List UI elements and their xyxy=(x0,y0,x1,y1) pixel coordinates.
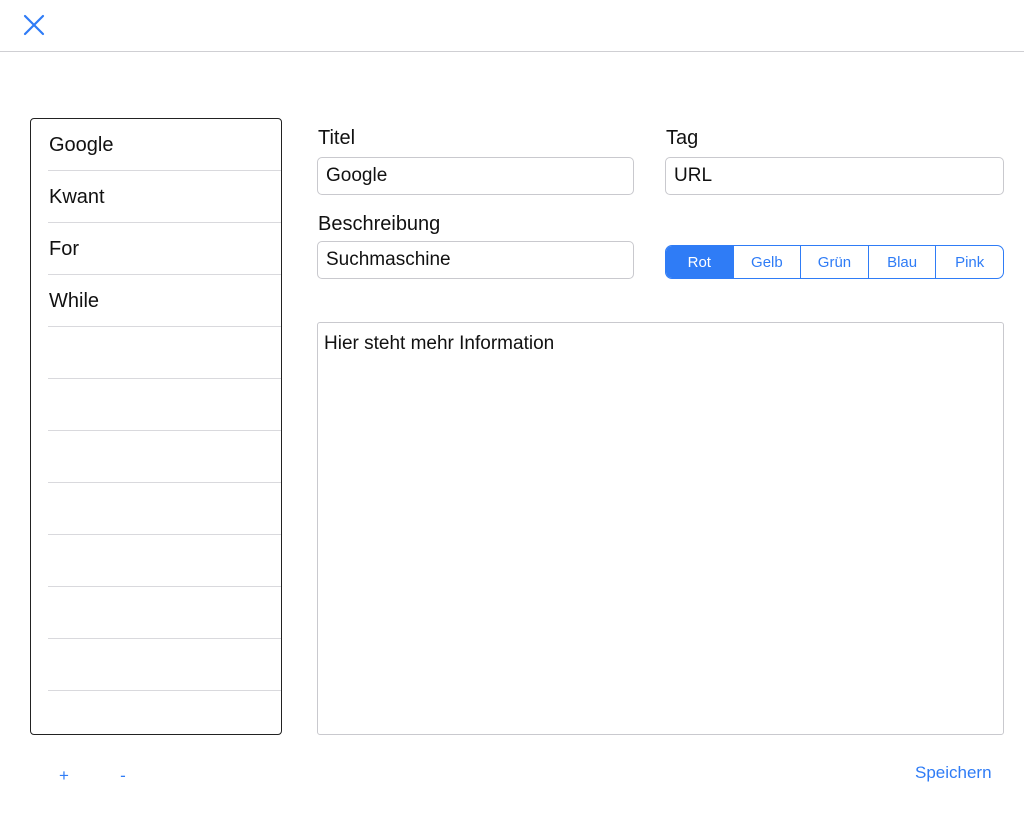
title-label: Titel xyxy=(318,127,356,149)
add-entry-button[interactable]: + xyxy=(52,766,76,786)
list-item[interactable] xyxy=(48,379,281,431)
tag-input[interactable] xyxy=(665,157,1004,195)
information-textarea[interactable]: Hier steht mehr Information xyxy=(317,322,1004,735)
list-item[interactable] xyxy=(48,327,281,379)
tag-label: Tag xyxy=(666,127,699,149)
list-item[interactable]: For xyxy=(48,223,281,275)
save-button[interactable]: Speichern xyxy=(915,763,992,783)
color-segment-blau[interactable]: Blau xyxy=(867,246,936,278)
color-segment-rot[interactable]: Rot xyxy=(666,246,733,278)
close-icon xyxy=(23,14,45,36)
list-item-label: Kwant xyxy=(49,186,105,208)
list-item[interactable]: While xyxy=(48,275,281,327)
list-item[interactable] xyxy=(48,639,281,691)
list-item[interactable] xyxy=(48,587,281,639)
list-item-label: Google xyxy=(49,134,114,156)
close-button[interactable] xyxy=(20,11,48,39)
list-item[interactable] xyxy=(48,691,281,734)
entry-list[interactable]: Google Kwant For While xyxy=(30,118,282,735)
description-input[interactable] xyxy=(317,241,634,279)
list-item-label: For xyxy=(49,238,79,260)
color-segment-pink[interactable]: Pink xyxy=(935,246,1003,278)
color-segment-gruen[interactable]: Grün xyxy=(800,246,868,278)
title-input[interactable] xyxy=(317,157,634,195)
list-item[interactable]: Google xyxy=(48,119,281,171)
color-segment-gelb[interactable]: Gelb xyxy=(732,246,801,278)
list-item[interactable] xyxy=(48,535,281,587)
color-segmented-control: Rot Gelb Grün Blau Pink xyxy=(665,245,1004,279)
remove-entry-button[interactable]: - xyxy=(111,766,135,786)
list-item[interactable] xyxy=(48,431,281,483)
list-item[interactable]: Kwant xyxy=(48,171,281,223)
header-bar xyxy=(0,0,1024,52)
list-item-label: While xyxy=(49,290,100,312)
list-item[interactable] xyxy=(48,483,281,535)
description-label: Beschreibung xyxy=(318,213,441,235)
